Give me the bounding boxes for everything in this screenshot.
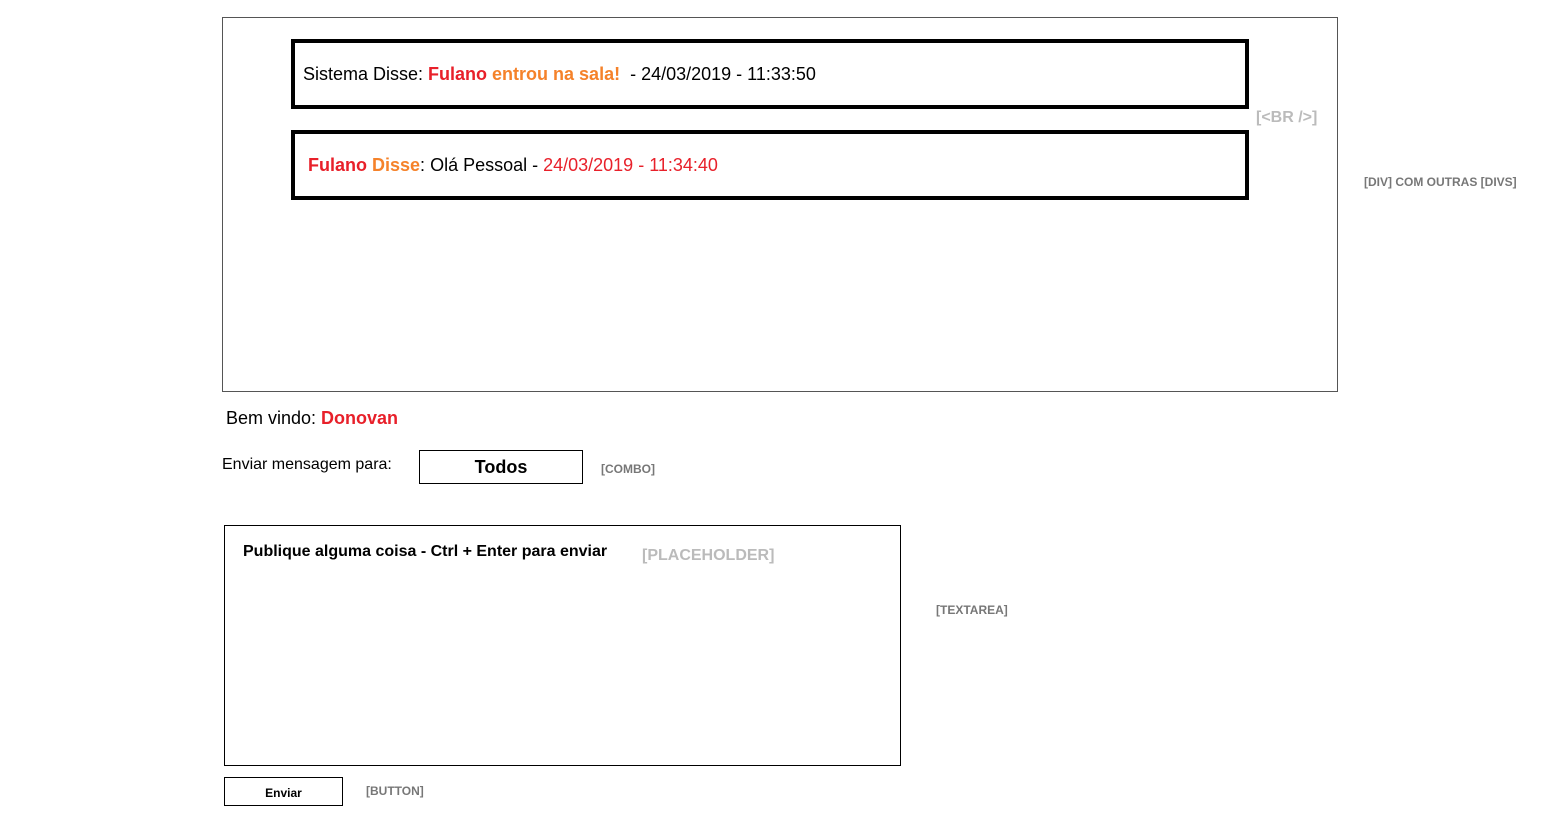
welcome-label: Bem vindo: bbox=[226, 408, 322, 428]
recipient-label: Enviar mensagem para: bbox=[222, 456, 392, 473]
message-separator: : bbox=[420, 155, 431, 175]
welcome-user: Donovan bbox=[321, 408, 399, 428]
message-timestamp: 24/03/2019 - 11:34:40 bbox=[543, 155, 718, 175]
message-user: Fulano bbox=[308, 155, 367, 175]
recipient-select[interactable]: Todos bbox=[419, 450, 583, 484]
welcome-text: Bem vindo: Donovan bbox=[226, 408, 398, 429]
div-annotation: [DIV] COM OUTRAS [DIVS] bbox=[1364, 175, 1517, 189]
br-annotation: [<BR />] bbox=[1256, 109, 1318, 126]
message-timestamp: - 24/03/2019 - 11:33:50 bbox=[620, 64, 816, 84]
combo-annotation: [COMBO] bbox=[601, 462, 655, 476]
placeholder-annotation: [PLACEHOLDER] bbox=[642, 547, 775, 564]
user-message: Fulano Disse: Olá Pessoal - 24/03/2019 -… bbox=[291, 130, 1249, 200]
chat-messages-container: Sistema Disse: Fulano entrou na sala! - … bbox=[222, 17, 1338, 392]
system-message: Sistema Disse: Fulano entrou na sala! - … bbox=[291, 39, 1249, 109]
message-textarea[interactable]: Publique alguma coisa - Ctrl + Enter par… bbox=[224, 525, 901, 766]
textarea-placeholder: Publique alguma coisa - Ctrl + Enter par… bbox=[243, 543, 608, 560]
message-user: Fulano bbox=[428, 64, 488, 84]
textarea-annotation: [TEXTAREA] bbox=[936, 603, 1008, 617]
button-annotation: [BUTTON] bbox=[366, 784, 424, 798]
message-text: entrou na sala! bbox=[487, 64, 621, 84]
message-prefix: Sistema Disse: bbox=[303, 64, 429, 84]
message-text: Olá Pessoal - bbox=[430, 155, 544, 175]
send-button[interactable]: Enviar bbox=[224, 777, 343, 806]
message-disse: Disse bbox=[367, 155, 421, 175]
